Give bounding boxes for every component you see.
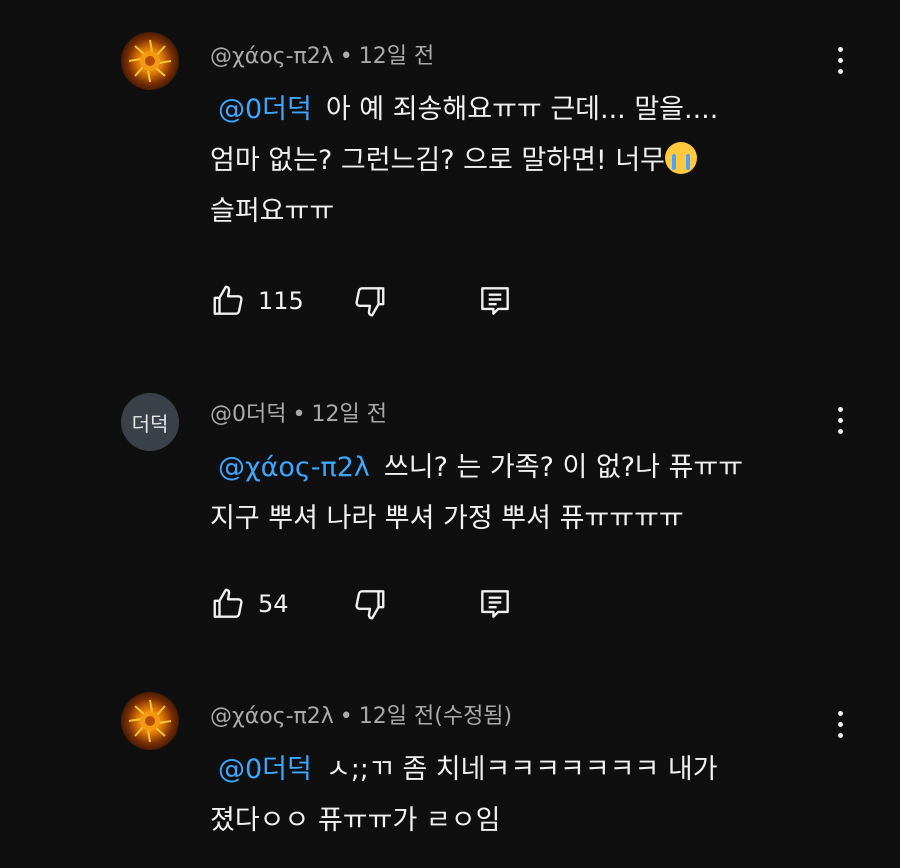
comment-line: 엄마 없는? 그런느김? 으로 말하면! 너무	[210, 145, 665, 176]
comment-text: @0더덕 아 예 죄송해요ㅠㅠ 근데... 말을.... 엄마 없는? 그런느김?…	[210, 84, 830, 237]
meta-separator: •	[339, 44, 353, 69]
meta-separator: •	[292, 402, 306, 427]
thumbs-down-icon	[355, 590, 385, 620]
more-vertical-icon[interactable]	[828, 402, 852, 438]
avatar[interactable]: 더덕	[121, 393, 179, 451]
mention-link[interactable]: @0더덕	[218, 94, 312, 125]
like-button[interactable]: 115	[210, 281, 304, 321]
comment-text: @χάος-π2λ 쓰니? 는 가족? 이 없?나 퓨ㅠㅠ 지구 뿌셔 나라 뿌셔…	[210, 442, 830, 544]
comment-line: 지구 뿌셔 나라 뿌셔 가정 뿌셔 퓨ㅠㅠㅠㅠ	[210, 503, 684, 534]
mention-link[interactable]: @0더덕	[218, 754, 312, 785]
comment-line: 슬퍼요ㅠㅠ	[210, 196, 335, 227]
comments-page: @χάος-π2λ • 12일 전 @0더덕 아 예 죄송해요ㅠㅠ 근데... 말을.…	[0, 0, 900, 868]
reply-icon	[481, 590, 509, 618]
like-button[interactable]: 54	[210, 584, 289, 624]
more-vertical-icon[interactable]	[828, 42, 852, 78]
sun-emblem-icon	[128, 39, 172, 83]
avatar[interactable]	[121, 692, 179, 750]
mention-link[interactable]: @χάος-π2λ	[218, 452, 370, 483]
comment-line: 졌다ㅇㅇ 퓨ㅠㅠ가 ㄹㅇ임	[210, 805, 501, 836]
author-name[interactable]: @χάος-π2λ	[210, 44, 334, 69]
comment-text: @0더덕 ㅅ;;ㄲ 좀 치네ㅋㅋㅋㅋㅋㅋㅋ 내가 졌다ㅇㅇ 퓨ㅠㅠ가 ㄹㅇ임	[210, 744, 830, 846]
comment-time: 12일 전	[311, 402, 387, 427]
author-name[interactable]: @0더덕	[210, 402, 286, 427]
loudly-crying-face-icon	[665, 142, 697, 174]
avatar[interactable]	[121, 32, 179, 90]
meta-separator: •	[339, 704, 353, 729]
sun-emblem-icon	[128, 699, 172, 743]
thumbs-up-icon	[213, 285, 243, 315]
like-count: 115	[258, 287, 304, 315]
comment-meta: @0더덕 • 12일 전	[210, 396, 387, 428]
dislike-button[interactable]	[350, 584, 388, 624]
reply-button[interactable]	[476, 584, 514, 624]
comment-line: 쓰니? 는 가족? 이 없?나 퓨ㅠㅠ	[383, 452, 744, 483]
author-name[interactable]: @χάος-π2λ	[210, 704, 334, 729]
comment-line: 아 예 죄송해요ㅠㅠ 근데... 말을....	[325, 94, 719, 125]
comment-line: ㅅ;;ㄲ 좀 치네ㅋㅋㅋㅋㅋㅋㅋ 내가	[325, 754, 718, 785]
avatar-initials: 더덕	[131, 411, 169, 436]
comment-meta: @χάος-π2λ • 12일 전	[210, 38, 434, 70]
comment-meta: @χάος-π2λ • 12일 전(수정됨)	[210, 698, 512, 730]
dislike-button[interactable]	[350, 281, 388, 321]
reply-button[interactable]	[476, 281, 514, 321]
reply-icon	[481, 287, 509, 315]
like-count: 54	[258, 590, 289, 618]
thumbs-down-icon	[355, 287, 385, 317]
comment-time: 12일 전(수정됨)	[358, 704, 513, 729]
comment-time: 12일 전	[358, 44, 435, 69]
thumbs-up-icon	[213, 588, 243, 618]
more-vertical-icon[interactable]	[828, 706, 852, 742]
